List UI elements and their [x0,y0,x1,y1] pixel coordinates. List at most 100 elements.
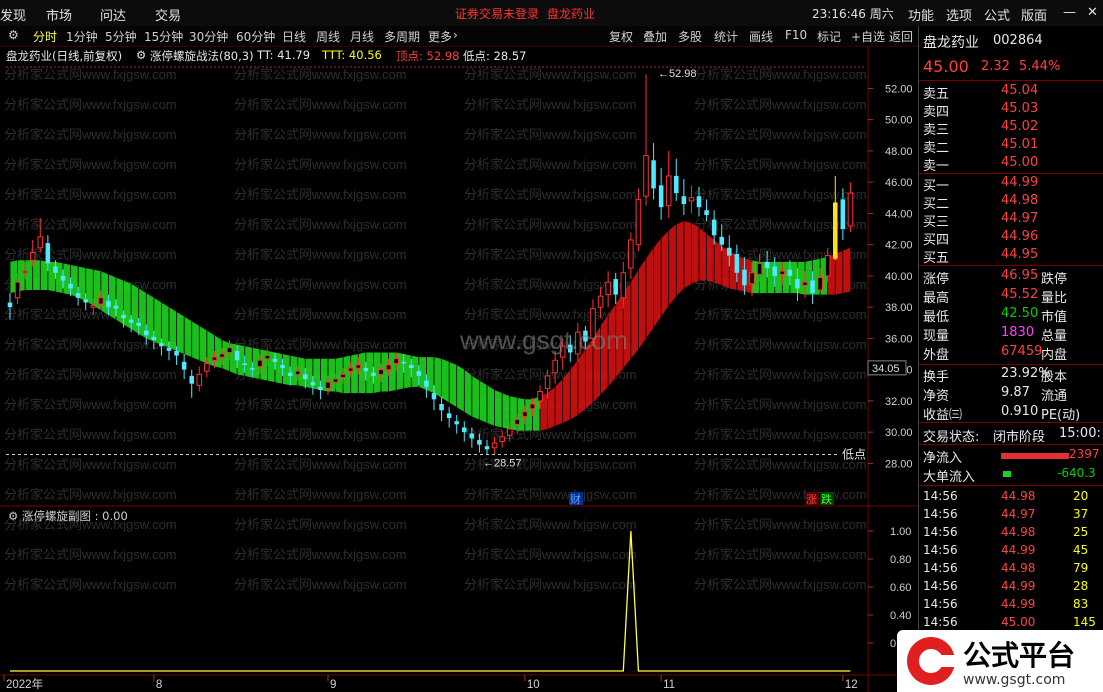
ribbon-segment [131,283,139,334]
candle-body [787,269,793,276]
indicator-name[interactable]: 涨停螺旋战法(80,3) [150,48,254,64]
ribbon-segment [714,239,722,286]
ask-label: 卖一 [923,159,950,174]
candle-body [734,254,740,273]
ask-label: 卖三 [923,123,950,138]
period-tab-bar: ⚙ 分时 1分钟 5分钟 15分钟 30分钟 60分钟 日线 周线 月线 多周期… [0,26,918,47]
btn-stats[interactable]: 统计 [714,28,738,45]
bg-watermark: 分析家公式网www.fxjgsw.com [694,457,867,472]
tick-time: 14:56 [923,561,958,575]
btn-mark[interactable]: 标记 [817,28,841,45]
tick-price: 44.98 [1001,489,1036,503]
btn-add-watchlist[interactable]: +自选 [851,28,885,45]
tab-monthly[interactable]: 月线 [350,28,374,45]
candle-body [719,236,724,245]
menu-options[interactable]: 选项 [946,5,972,24]
tab-5min[interactable]: 5分钟 [105,28,137,45]
ask-price: 45.04 [1001,83,1039,98]
bid-price: 44.99 [1001,175,1039,190]
stat-value: 46.95 [1001,268,1039,283]
bg-watermark: 分析家公式网www.fxjgsw.com [234,277,407,292]
ribbon-segment [638,258,646,350]
tick-price: 44.98 [1001,525,1036,539]
btn-adjust[interactable]: 复权 [609,28,633,45]
bg-watermark: 分析家公式网www.fxjgsw.com [234,547,407,562]
candle-body [817,276,823,291]
ribbon-segment [358,352,366,394]
chevron-right-icon[interactable]: › [453,28,458,42]
tab-weekly[interactable]: 周线 [316,28,340,45]
ribbon-segment [244,346,253,378]
menu-wenda[interactable]: 问达 [100,5,126,24]
bg-watermark: 分析家公式网www.fxjgsw.com [4,427,177,442]
bg-watermark: 分析家公式网www.fxjgsw.com [234,457,407,472]
tab-30min[interactable]: 30分钟 [189,28,228,45]
candle-body [756,262,763,275]
candle-body [303,374,308,380]
menu-formula[interactable]: 公式 [984,5,1010,24]
candle-body [60,275,66,281]
btn-f10[interactable]: F10 [785,28,807,42]
stat-label-right: 量比 [1041,291,1068,306]
bg-watermark: 分析家公式网www.fxjgsw.com [234,127,407,142]
bg-watermark: 分析家公式网www.fxjgsw.com [464,217,637,232]
ribbon-segment [184,316,192,358]
bigflow-label: 大单流入 [923,470,976,485]
gear-icon[interactable]: ⚙ [136,48,146,62]
menu-trade[interactable]: 交易 [155,5,181,24]
tab-intraday[interactable]: 分时 [33,28,57,45]
btn-back[interactable]: 返回 [889,28,913,45]
menu-function[interactable]: 功能 [908,5,934,24]
candle-body [310,382,316,386]
candle-body [409,364,414,369]
y-tick-label: 38.00 [885,302,913,314]
candle-body [704,210,709,215]
candle-body [439,404,444,411]
tab-60min[interactable]: 60分钟 [236,28,275,45]
tab-multi-period[interactable]: 多周期 [384,28,420,45]
candle-body [742,269,747,286]
candle-body [537,391,543,402]
bg-watermark: 分析家公式网www.fxjgsw.com [4,187,177,202]
btn-draw[interactable]: 画线 [749,28,773,45]
tick-time: 14:56 [923,507,958,521]
tab-daily[interactable]: 日线 [282,28,306,45]
minimize-icon[interactable]: — [1063,5,1076,20]
status-time: 15:00: [1059,426,1101,441]
tab-more[interactable]: 更多 [428,28,452,45]
kline-chart[interactable]: 分析家公式网www.fxjgsw.com 分析家公式网www.fxjgsw.com… [0,47,918,692]
ribbon-segment [403,354,412,389]
tab-1min[interactable]: 1分钟 [66,28,98,45]
y-tick-label: 50.00 [885,115,913,127]
logo-icon [907,637,957,685]
btn-multi-stock[interactable]: 多股 [678,28,702,45]
stat2-label-right: 流通 [1041,389,1068,404]
login-notice[interactable]: 证券交易未登录 [455,5,539,22]
event-up-label: 涨 [806,493,817,506]
ribbon-segment [661,230,669,317]
tick-time: 14:56 [923,543,958,557]
menu-layout[interactable]: 版面 [1021,5,1047,24]
ribbon-segment [434,357,442,398]
bg-watermark: 分析家公式网www.fxjgsw.com [694,157,867,172]
ribbon-segment [479,380,487,423]
settings-icon[interactable]: ⚙ [8,28,19,42]
menu-market[interactable]: 市场 [46,5,72,24]
candle-body [779,270,786,275]
btn-overlay[interactable]: 叠加 [643,28,667,45]
menu-discover[interactable]: 发现 [0,5,26,24]
y-tick-label: 46.00 [885,177,913,189]
bigflow-value: -640.3 [1057,466,1096,480]
candle-body [665,175,672,207]
ribbon-segment [396,352,404,390]
stat-value: 42.50 [1001,306,1039,321]
candle-body [204,362,210,372]
y-tick-label: 40.00 [885,271,913,283]
ribbon-segment [676,221,684,297]
close-icon[interactable]: ✕ [1087,5,1098,20]
tab-15min[interactable]: 15分钟 [144,28,183,45]
candle-body [219,353,225,358]
candle-body [45,243,51,264]
ribbon-segment [646,247,654,339]
ribbon-segment [494,389,503,428]
